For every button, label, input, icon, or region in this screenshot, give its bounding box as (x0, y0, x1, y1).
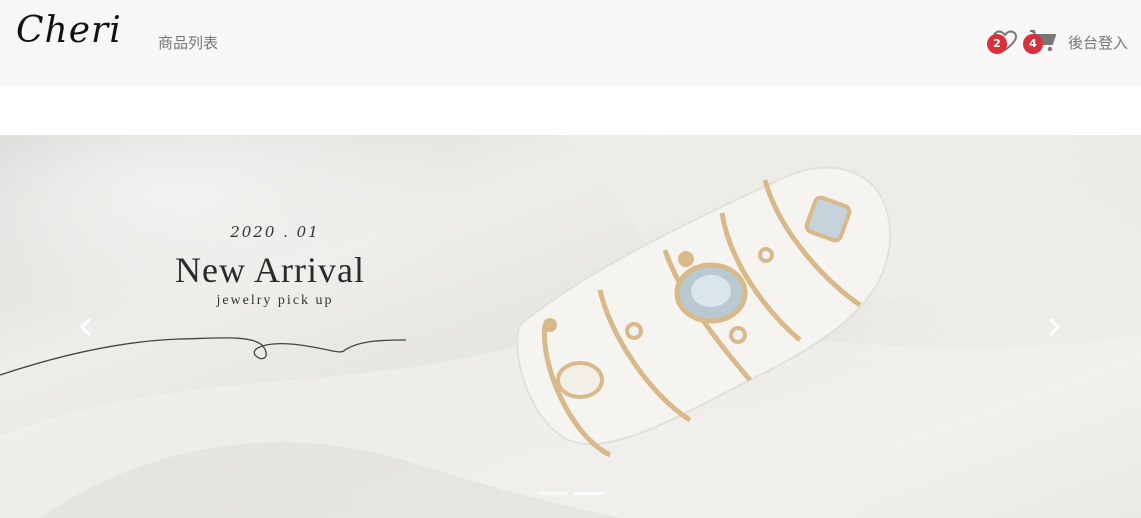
brand-logo[interactable]: Cheri (16, 10, 122, 51)
cart-count-badge: 4 (1023, 34, 1043, 54)
carousel-indicator-1[interactable] (538, 492, 568, 495)
navbar: Cheri 商品列表 2 4 後台登入 (0, 0, 1141, 86)
slide-date: 2020 . 01 (230, 223, 320, 241)
admin-login-link[interactable]: 後台登入 (1068, 32, 1128, 53)
chevron-left-icon (79, 317, 92, 337)
hero-carousel: 2020 . 01 New Arrival jewelry pick up (0, 135, 1141, 518)
slide-title: New Arrival (175, 250, 365, 290)
favorites-button[interactable]: 2 (987, 28, 1019, 54)
slide-image (0, 135, 1141, 518)
chevron-right-icon (1048, 317, 1061, 337)
carousel-indicator-2[interactable] (574, 492, 604, 495)
carousel-next-button[interactable] (1034, 307, 1074, 347)
favorites-count-badge: 2 (987, 34, 1007, 54)
slide-subtitle: jewelry pick up (216, 293, 334, 308)
cart-button[interactable]: 4 (1023, 28, 1058, 54)
nav-link-products[interactable]: 商品列表 (158, 32, 218, 53)
carousel-indicators (538, 492, 604, 495)
carousel-prev-button[interactable] (66, 307, 106, 347)
